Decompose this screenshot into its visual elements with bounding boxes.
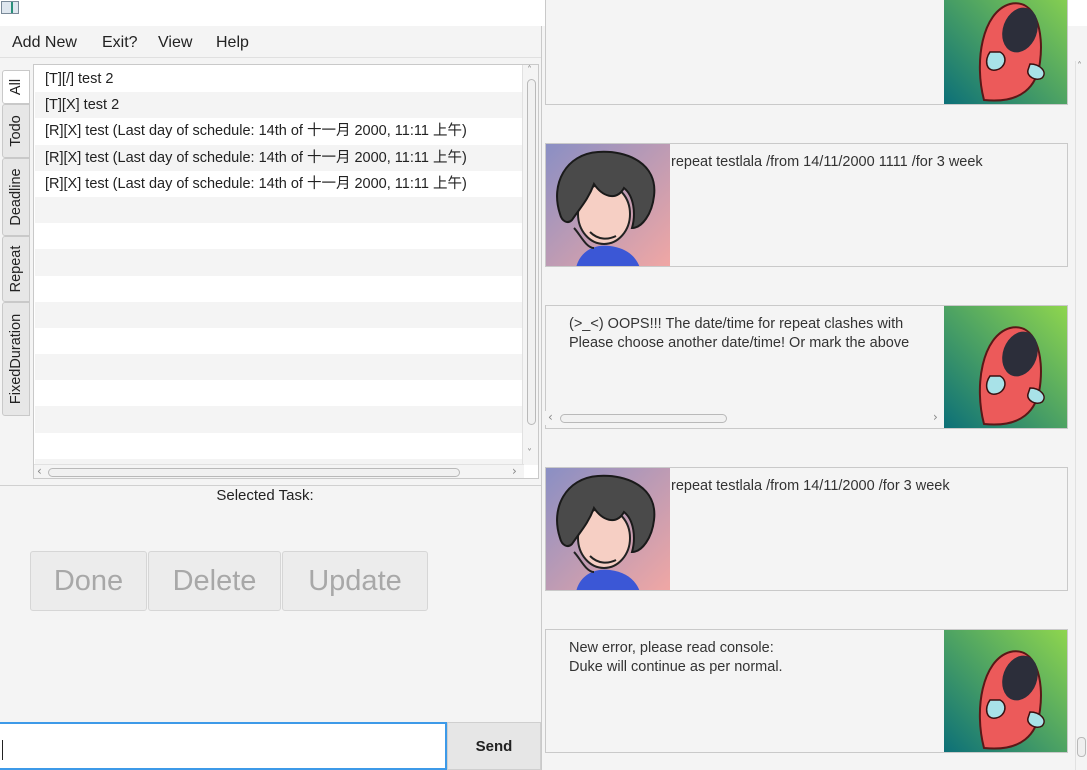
message-horizontal-scrollbar[interactable]: ‹ › bbox=[545, 410, 943, 425]
tab-repeat[interactable]: Repeat bbox=[2, 236, 30, 302]
user-avatar-icon bbox=[546, 468, 670, 590]
scroll-right-icon[interactable]: › bbox=[512, 464, 517, 478]
menu-view[interactable]: View bbox=[158, 34, 192, 52]
scroll-thumb[interactable] bbox=[48, 468, 460, 477]
task-list-vertical-scrollbar[interactable]: ˄ ˅ bbox=[522, 65, 538, 465]
task-row[interactable]: [R][X] test (Last day of schedule: 14th … bbox=[35, 171, 523, 197]
update-button[interactable]: Update bbox=[282, 551, 428, 611]
chat-panel[interactable]: repeat testlala /from 14/11/2000 1111 /f… bbox=[541, 0, 1087, 770]
message-text: (>_<) OOPS!!! The date/time for repeat c… bbox=[569, 316, 910, 351]
user-message: repeat testlala /from 14/11/2000 /for 3 … bbox=[545, 467, 1068, 591]
command-input[interactable] bbox=[0, 722, 447, 770]
duke-message: New error, please read console: Duke wil… bbox=[545, 629, 1068, 753]
message-text: repeat testlala /from 14/11/2000 1111 /f… bbox=[671, 154, 983, 170]
text-caret bbox=[2, 740, 3, 760]
menu-help[interactable]: Help bbox=[216, 34, 249, 52]
user-avatar-icon bbox=[546, 144, 670, 266]
task-row[interactable]: [T][/] test 2 bbox=[35, 66, 523, 92]
scroll-thumb[interactable] bbox=[527, 79, 536, 425]
message-text: New error, please read console: Duke wil… bbox=[569, 640, 783, 675]
empty-row bbox=[35, 380, 523, 406]
empty-row bbox=[35, 328, 523, 354]
send-button[interactable]: Send bbox=[447, 722, 541, 770]
menu-add-new[interactable]: Add New bbox=[12, 34, 77, 52]
tab-fixedduration[interactable]: FixedDuration bbox=[2, 302, 30, 416]
scroll-thumb[interactable] bbox=[1077, 737, 1086, 757]
scroll-up-icon[interactable]: ˄ bbox=[527, 65, 532, 76]
task-list-horizontal-scrollbar[interactable]: ‹ › bbox=[34, 464, 524, 478]
duke-avatar-icon bbox=[944, 0, 1067, 104]
empty-row bbox=[35, 249, 523, 276]
tab-todo[interactable]: Todo bbox=[2, 104, 30, 158]
duke-avatar bbox=[944, 0, 1067, 104]
empty-row bbox=[35, 301, 523, 328]
empty-row bbox=[35, 354, 523, 381]
duke-avatar bbox=[944, 630, 1067, 752]
selected-task-label: Selected Task: bbox=[216, 487, 314, 504]
task-row[interactable]: [R][X] test (Last day of schedule: 14th … bbox=[35, 144, 523, 171]
split-divider[interactable] bbox=[0, 485, 541, 486]
task-row[interactable]: [T][X] test 2 bbox=[35, 92, 523, 119]
delete-button[interactable]: Delete bbox=[148, 551, 281, 611]
task-tabs: All Todo Deadline Repeat FixedDuration bbox=[0, 66, 32, 478]
app-icon bbox=[1, 1, 19, 14]
scroll-left-icon[interactable]: ‹ bbox=[548, 410, 553, 424]
scroll-right-icon[interactable]: › bbox=[933, 410, 938, 424]
scroll-left-icon[interactable]: ‹ bbox=[37, 464, 42, 478]
task-panel: All Todo Deadline Repeat FixedDuration [… bbox=[0, 58, 541, 770]
tab-all[interactable]: All bbox=[2, 70, 30, 104]
done-button[interactable]: Done bbox=[30, 551, 147, 611]
tab-deadline[interactable]: Deadline bbox=[2, 158, 30, 236]
task-list-rows: [T][/] test 2 [T][X] test 2 [R][X] test … bbox=[35, 66, 523, 464]
user-avatar bbox=[546, 468, 670, 590]
user-avatar bbox=[546, 144, 670, 266]
chat-vertical-scrollbar[interactable]: ˄ bbox=[1075, 61, 1087, 770]
task-list[interactable]: [T][/] test 2 [T][X] test 2 [R][X] test … bbox=[33, 64, 539, 479]
duke-avatar-icon bbox=[944, 306, 1067, 428]
scroll-thumb[interactable] bbox=[560, 414, 727, 423]
task-row[interactable]: [R][X] test (Last day of schedule: 14th … bbox=[35, 118, 523, 144]
scroll-up-icon[interactable]: ˄ bbox=[1077, 61, 1082, 72]
empty-row bbox=[35, 406, 523, 433]
message-text: repeat testlala /from 14/11/2000 /for 3 … bbox=[671, 478, 950, 494]
empty-row bbox=[35, 196, 523, 224]
menu-bar: Add New Exit? View Help bbox=[0, 26, 541, 58]
empty-row bbox=[35, 433, 523, 459]
duke-message bbox=[545, 0, 1068, 105]
duke-avatar bbox=[944, 306, 1067, 428]
duke-avatar-icon bbox=[944, 630, 1067, 752]
menu-exit[interactable]: Exit? bbox=[102, 34, 138, 52]
user-message: repeat testlala /from 14/11/2000 1111 /f… bbox=[545, 143, 1068, 267]
empty-row bbox=[35, 223, 523, 249]
scroll-down-icon[interactable]: ˅ bbox=[527, 448, 532, 459]
empty-row bbox=[35, 276, 523, 302]
